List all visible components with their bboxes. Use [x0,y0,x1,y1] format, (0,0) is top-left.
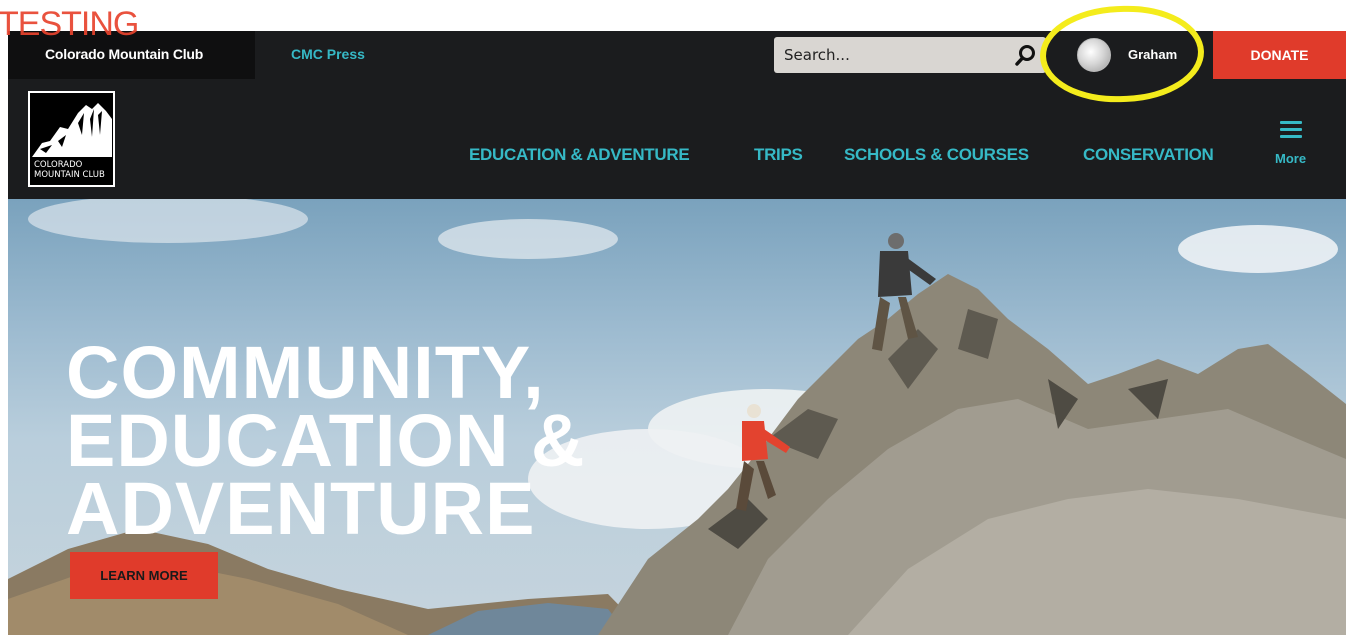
nav-conservation[interactable]: CONSERVATION [1083,145,1214,165]
hero-banner: COMMUNITY, EDUCATION & ADVENTURE LEARN M… [8,199,1346,635]
search-input[interactable] [782,44,1002,66]
cmc-press-link[interactable]: CMC Press [291,46,365,62]
mountain-logo-icon [32,103,112,157]
logo-line-2: MOUNTAIN CLUB [34,170,105,180]
hero-title-line-2: EDUCATION & [66,399,586,482]
search-box [774,37,1046,73]
hero-title: COMMUNITY, EDUCATION & ADVENTURE [66,331,586,550]
nav-trips[interactable]: TRIPS [754,145,803,165]
hero-title-line-1: COMMUNITY, [66,331,545,414]
club-tab[interactable]: Colorado Mountain Club [8,31,255,79]
nav-schools-courses[interactable]: SCHOOLS & COURSES [844,145,1029,165]
club-logo[interactable]: COLORADO MOUNTAIN CLUB [28,91,115,187]
club-home-link[interactable]: Colorado Mountain Club [45,46,203,62]
hamburger-icon-bar [1280,128,1302,131]
hero-title-line-3: ADVENTURE [66,467,536,550]
logo-line-1: COLORADO [34,160,83,170]
logo-text: COLORADO MOUNTAIN CLUB [34,160,105,180]
hamburger-icon-bar [1280,135,1302,138]
top-utility-bar: Colorado Mountain Club CMC Press Graham … [8,31,1346,79]
nav-education-adventure[interactable]: EDUCATION & ADVENTURE [469,145,690,165]
hamburger-icon [1280,121,1302,124]
avatar[interactable] [1077,38,1111,72]
search-icon[interactable] [1014,43,1038,67]
more-menu-button[interactable]: More [1273,119,1313,167]
more-label: More [1275,151,1307,166]
donate-button[interactable]: DONATE [1213,31,1346,79]
user-menu[interactable]: Graham [1063,31,1213,79]
main-navigation: COLORADO MOUNTAIN CLUB EDUCATION & ADVEN… [8,79,1346,199]
learn-more-button[interactable]: LEARN MORE [70,552,218,599]
user-name[interactable]: Graham [1128,47,1177,62]
